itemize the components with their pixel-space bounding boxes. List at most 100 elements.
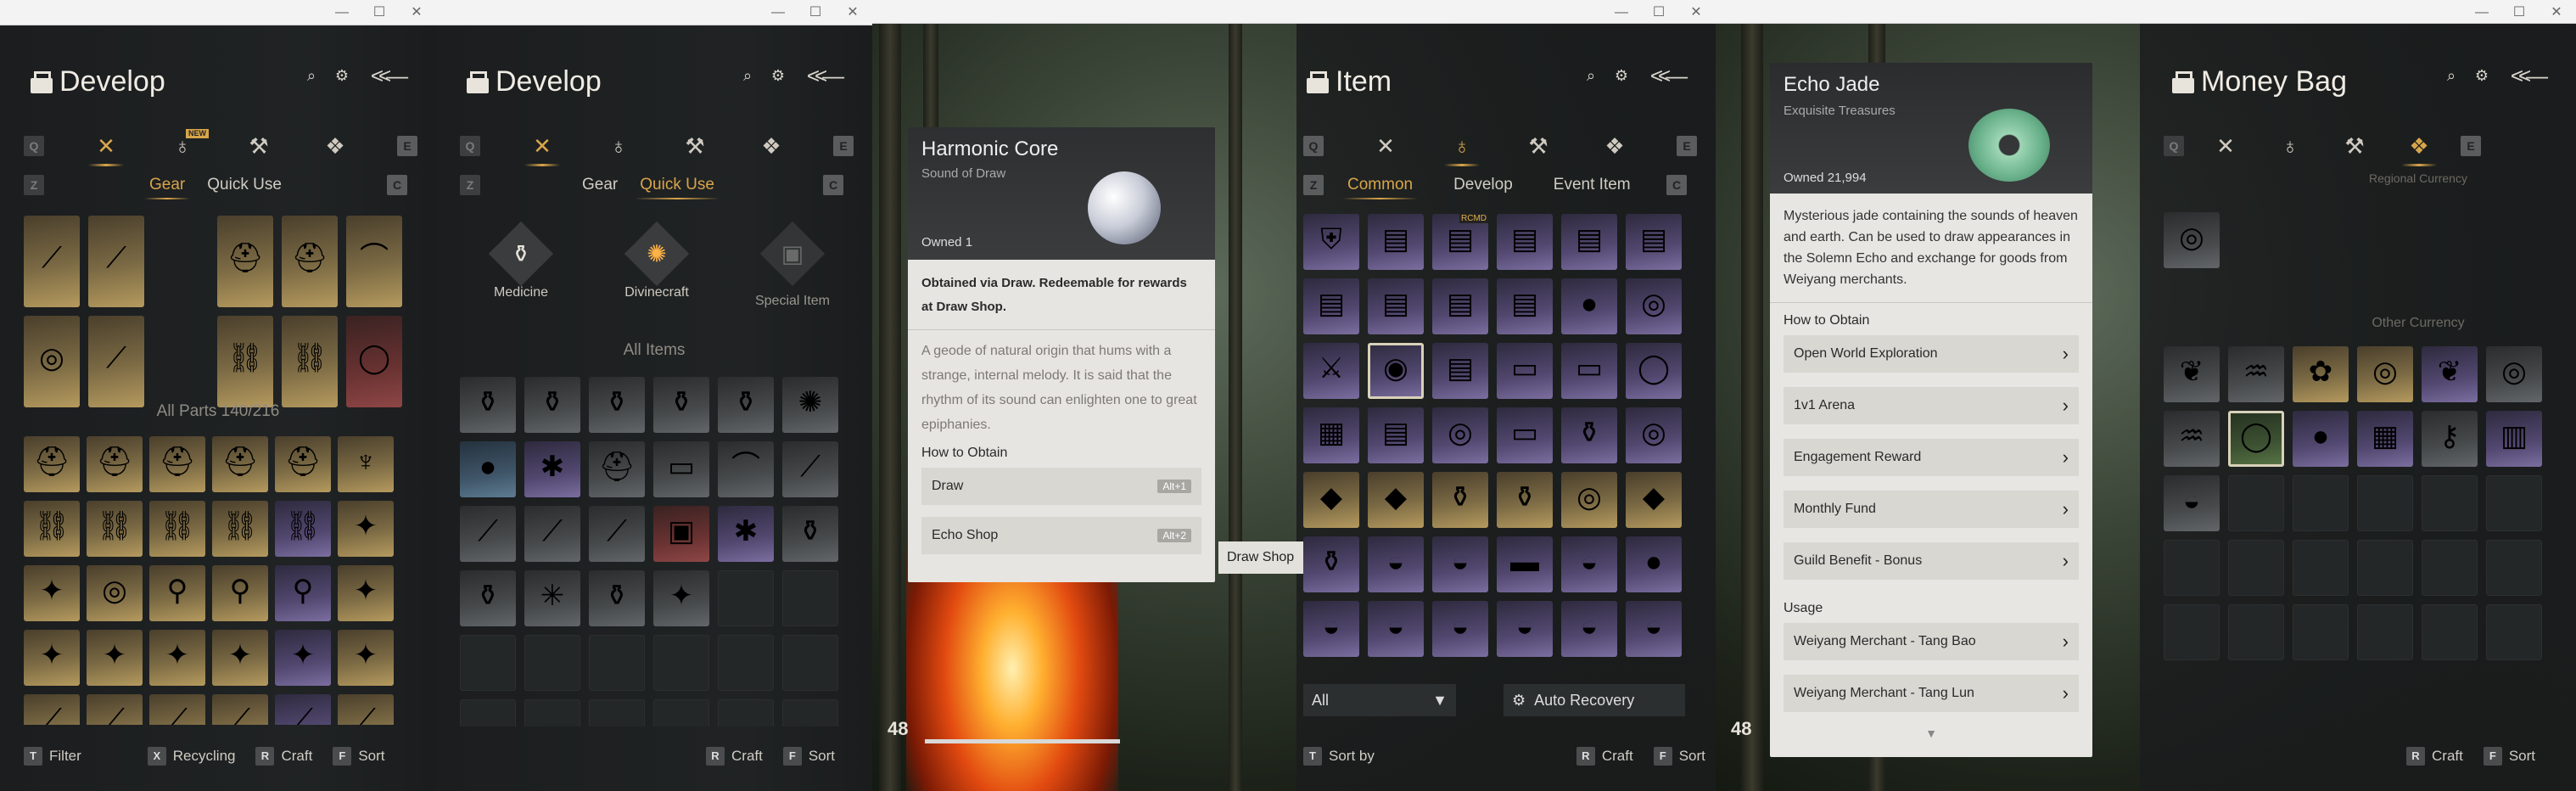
item-slot[interactable]: ✺ [782,377,838,433]
tab-gear[interactable]: ✕ [1358,129,1414,163]
item-slot[interactable]: ✿ [2293,346,2349,402]
category-special-item[interactable]: ▣ Special Item [742,221,843,309]
item-slot[interactable]: ⟋ [88,216,144,307]
item-slot[interactable]: ◒ [1561,601,1617,657]
craft-button[interactable]: Craft [731,748,763,765]
back-icon[interactable]: <<— [799,65,847,87]
item-slot[interactable]: ✳ [524,570,580,626]
back-icon[interactable]: <<— [2503,65,2551,87]
item-slot[interactable]: ⛑ [149,436,205,492]
item-slot[interactable]: ♒ [2228,346,2284,402]
item-slot[interactable]: ✦ [653,570,709,626]
item-slot[interactable]: ⛑ [212,436,268,492]
filter-dropdown[interactable]: All ▼ [1303,684,1456,716]
item-slot[interactable]: ◒ [1432,601,1488,657]
recycling-button[interactable]: Recycling [173,748,236,765]
minimize-button[interactable]: — [762,3,794,22]
maximize-button[interactable]: ☐ [2503,3,2535,22]
item-slot[interactable]: ⛓ [282,316,338,407]
item-slot[interactable]: ✦ [338,630,394,686]
category-divinecraft[interactable]: ✺ 551 Divinecraft [606,221,708,309]
item-slot[interactable]: ▤ [1497,278,1553,334]
close-button[interactable]: ✕ [2540,3,2573,22]
item-slot[interactable]: ▤ [1626,214,1682,270]
subtab-quick-use[interactable]: Quick Use [635,176,720,199]
close-button[interactable]: ✕ [1680,3,1712,22]
search-icon[interactable]: ⌕ [1582,66,1600,85]
item-slot[interactable]: ⚱ [1303,536,1359,592]
item-slot[interactable]: ▭ [1497,343,1553,399]
sort-by-button[interactable]: Sort by [1329,748,1375,765]
back-icon[interactable]: <<— [1643,65,1690,87]
item-slot[interactable]: ⚱ [718,377,774,433]
maximize-button[interactable]: ☐ [799,3,832,22]
item-slot[interactable]: ⚱ [589,377,645,433]
gear-icon[interactable]: ⚙ [2472,66,2491,85]
item-slot[interactable]: ♆ [338,436,394,492]
item-slot[interactable]: ⚱ [460,377,516,433]
item-slot[interactable]: ⟋ [87,694,143,725]
item-slot[interactable]: ⚲ [212,565,268,621]
item-slot[interactable]: ● [460,441,516,497]
item-slot[interactable]: ▦ [2357,411,2413,467]
item-slot[interactable]: ⛨ [1303,214,1359,270]
obtain-source-row[interactable]: Guild Benefit - Bonus › [1784,542,2079,580]
tab-potion[interactable]: ♁ [591,129,647,163]
item-slot[interactable]: ● [1561,278,1617,334]
item-slot[interactable]: ● [2293,411,2349,467]
category-medicine[interactable]: ⚱ 7 Medicine [470,221,572,309]
item-slot[interactable]: ⟋ [88,316,144,407]
item-slot[interactable]: ⛓ [212,501,268,557]
obtain-source-row[interactable]: Engagement Reward › [1784,439,2079,476]
subtab-develop[interactable]: Develop [1453,176,1513,194]
gear-icon[interactable]: ⚙ [769,66,787,85]
item-slot[interactable]: ⛑ [589,441,645,497]
item-slot[interactable]: ⚲ [275,565,331,621]
item-slot[interactable]: ✦ [338,501,394,557]
subtab-common[interactable]: Common [1341,176,1419,199]
item-slot[interactable]: ◒ [2164,475,2220,531]
item-slot[interactable]: ⛓ [87,501,143,557]
sort-button[interactable]: Sort [2509,748,2535,765]
item-slot[interactable]: ▭ [1497,407,1553,463]
close-button[interactable]: ✕ [400,3,433,22]
gear-icon[interactable]: ⚙ [333,66,351,85]
item-slot[interactable]: ▤ RCMD [1432,214,1488,270]
item-slot[interactable]: ⟋ [149,694,205,725]
item-slot[interactable]: ▭ [653,441,709,497]
craft-button[interactable]: Craft [2432,748,2463,765]
item-slot[interactable]: ⛓ [149,501,205,557]
tab-gear[interactable]: ✕ [78,129,134,166]
item-slot[interactable]: ✦ [24,565,80,621]
item-slot[interactable]: ◒ [1561,536,1617,592]
item-slot[interactable]: ⚱ [1432,472,1488,528]
item-slot[interactable]: ⚱ [1561,407,1617,463]
item-slot[interactable]: ⚱ [653,377,709,433]
item-slot[interactable]: ◆ [1368,472,1424,528]
search-icon[interactable]: ⌕ [738,66,757,85]
item-slot[interactable]: ◎ [87,565,143,621]
item-slot[interactable]: ⟋ [338,694,394,725]
item-slot[interactable]: ◆ [1626,472,1682,528]
item-slot[interactable]: ◒ [1626,601,1682,657]
tab-craft[interactable]: ⚒ [231,129,287,163]
tab-potion[interactable]: ♁ [2262,129,2318,163]
item-slot[interactable]: ✦ [338,565,394,621]
item-slot[interactable]: ◉ [1368,343,1424,399]
tab-craft[interactable]: ⚒ [1510,129,1566,163]
item-slot[interactable]: ▬ [1497,536,1553,592]
item-slot[interactable]: ⚱ [1497,472,1553,528]
item-slot[interactable]: ⛑ [87,436,143,492]
item-slot[interactable]: ◎ [2164,212,2220,268]
maximize-button[interactable]: ☐ [363,3,395,22]
item-slot[interactable]: ◎ [1626,407,1682,463]
item-slot[interactable]: ⟋ [24,694,80,725]
item-slot[interactable]: ◒ [1497,601,1553,657]
usage-row[interactable]: Weiyang Merchant - Tang Lun › [1784,675,2079,712]
subtab-gear[interactable]: Gear [582,176,618,194]
tab-craft[interactable]: ⚒ [667,129,723,163]
subtab-quick-use[interactable]: Quick Use [207,176,282,194]
minimize-button[interactable]: — [1605,3,1638,22]
item-slot[interactable]: ⚱ [589,570,645,626]
item-slot[interactable]: ⚔ [1303,343,1359,399]
